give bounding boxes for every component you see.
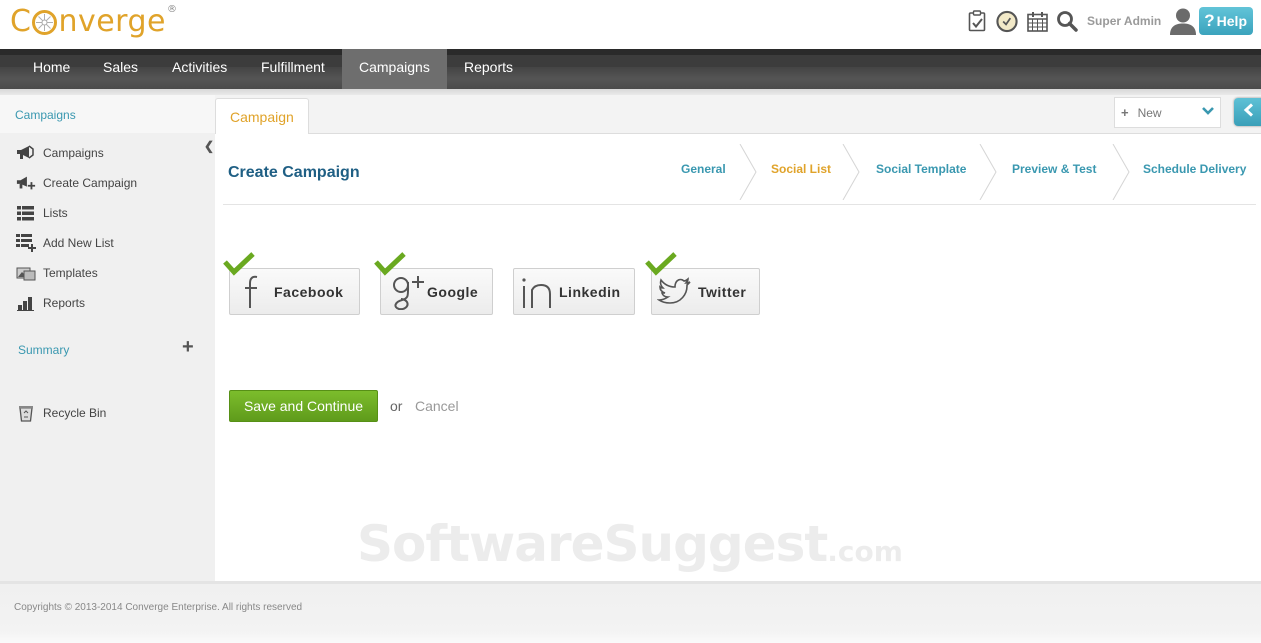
- tab-bar: Campaign + New: [215, 95, 1261, 135]
- templates-icon: [16, 265, 36, 281]
- chevron-left-icon: [1243, 102, 1255, 122]
- sidebar-heading[interactable]: Campaigns: [0, 95, 215, 133]
- step-social-list[interactable]: Social List: [771, 162, 831, 176]
- converge-logo[interactable]: C nverge ®: [10, 4, 177, 39]
- chevron-down-icon: [1202, 105, 1214, 119]
- google-selected-check-icon: [374, 252, 406, 276]
- sidebar-item-reports[interactable]: Reports: [16, 293, 85, 313]
- help-button[interactable]: ? Help: [1199, 7, 1253, 35]
- step-separator: [1112, 144, 1130, 200]
- google-plus-icon: [381, 274, 427, 310]
- new-dropdown-label: New: [1137, 105, 1162, 120]
- save-and-continue-button[interactable]: Save and Continue: [229, 390, 378, 422]
- watermark-main: SoftwareSuggest: [357, 515, 828, 573]
- twitter-selected-check-icon: [645, 252, 677, 276]
- watermark-suffix: .com: [827, 535, 903, 568]
- logo-text-c: C: [10, 4, 32, 39]
- main-content: Create Campaign General Social List Soci…: [215, 134, 1261, 581]
- sidebar-item-recycle-bin[interactable]: Recycle Bin: [16, 403, 106, 423]
- sidebar-item-label: Lists: [43, 206, 68, 220]
- list-icon: [16, 205, 36, 221]
- sidebar-item-templates[interactable]: Templates: [16, 263, 98, 283]
- copyright-text: Copyrights © 2013-2014 Converge Enterpri…: [14, 602, 303, 613]
- step-separator: [979, 144, 997, 200]
- registered-mark: ®: [166, 4, 178, 15]
- top-toolbar: Super Admin ? Help: [958, 6, 1253, 36]
- sidebar-item-label: Reports: [43, 296, 86, 310]
- help-label: Help: [1216, 13, 1247, 29]
- or-text: or: [390, 398, 403, 414]
- sidebar-item-label: Campaigns: [43, 146, 104, 160]
- logo-wheel-icon: [32, 10, 58, 35]
- question-icon: ?: [1204, 11, 1215, 30]
- main-nav: Home Sales Activities Fulfillment Campai…: [0, 49, 1261, 89]
- sidebar-item-create-campaign[interactable]: Create Campaign: [16, 173, 137, 193]
- facebook-selected-check-icon: [223, 252, 255, 276]
- new-dropdown[interactable]: + New: [1114, 97, 1221, 128]
- right-panel-toggle[interactable]: [1234, 98, 1261, 126]
- tab-campaign[interactable]: Campaign: [215, 98, 309, 135]
- cancel-link[interactable]: Cancel: [415, 398, 459, 414]
- recycle-bin-icon: [16, 405, 36, 422]
- nav-activities[interactable]: Activities: [156, 49, 243, 89]
- step-schedule-delivery[interactable]: Schedule Delivery: [1143, 162, 1246, 176]
- step-separator: [842, 144, 860, 200]
- sidebar-item-label: Recycle Bin: [43, 406, 107, 420]
- sidebar-item-add-new-list[interactable]: Add New List: [16, 233, 114, 253]
- step-separator: [739, 144, 757, 200]
- logo-text-rest: nverge: [58, 4, 166, 39]
- nav-reports[interactable]: Reports: [448, 49, 529, 89]
- linkedin-icon: [514, 274, 559, 310]
- clock-icon[interactable]: [996, 10, 1018, 32]
- facebook-label: Facebook: [274, 283, 344, 300]
- search-icon[interactable]: [1056, 10, 1078, 32]
- user-name[interactable]: Super Admin: [1087, 14, 1161, 28]
- nav-fulfillment[interactable]: Fulfillment: [245, 49, 341, 89]
- summary-link[interactable]: Summary: [18, 343, 69, 357]
- footer: Copyrights © 2013-2014 Converge Enterpri…: [0, 581, 1261, 643]
- sidebar-item-label: Create Campaign: [43, 176, 138, 190]
- page-title: Create Campaign: [228, 164, 360, 181]
- megaphone-add-icon: [16, 175, 36, 191]
- linkedin-label: Linkedin: [559, 283, 621, 300]
- google-label: Google: [427, 283, 479, 300]
- sidebar-item-campaigns[interactable]: Campaigns: [16, 143, 104, 163]
- nav-campaigns[interactable]: Campaigns: [342, 49, 447, 89]
- twitter-icon: [652, 276, 698, 308]
- wizard-steps: General Social List Social Template Prev…: [665, 134, 1261, 202]
- step-social-template[interactable]: Social Template: [876, 162, 966, 176]
- calendar-icon[interactable]: [1026, 10, 1048, 32]
- sidebar: Campaigns ❮ Campaigns Create Campaign Li…: [0, 95, 215, 581]
- summary-add-icon[interactable]: +: [182, 336, 194, 359]
- list-add-icon: [16, 234, 36, 252]
- plus-icon: +: [1121, 105, 1129, 120]
- step-preview-test[interactable]: Preview & Test: [1012, 162, 1096, 176]
- user-avatar-icon[interactable]: [1169, 7, 1197, 35]
- nav-home[interactable]: Home: [17, 49, 86, 89]
- step-general[interactable]: General: [681, 162, 726, 176]
- bar-chart-icon: [16, 295, 36, 311]
- watermark: SoftwareSuggest.com: [357, 515, 903, 573]
- sidebar-item-label: Add New List: [43, 236, 114, 250]
- twitter-label: Twitter: [698, 283, 747, 300]
- sidebar-collapse-icon[interactable]: ❮: [204, 139, 214, 153]
- header: C nverge ® Super Admin ? Help: [0, 0, 1261, 49]
- clipboard-check-icon[interactable]: [966, 10, 988, 32]
- megaphone-icon: [16, 145, 36, 161]
- sidebar-item-label: Templates: [43, 266, 98, 280]
- linkedin-button[interactable]: Linkedin: [513, 268, 635, 315]
- divider: [223, 204, 1256, 205]
- sidebar-item-lists[interactable]: Lists: [16, 203, 68, 223]
- nav-sales[interactable]: Sales: [87, 49, 154, 89]
- facebook-icon: [230, 274, 274, 310]
